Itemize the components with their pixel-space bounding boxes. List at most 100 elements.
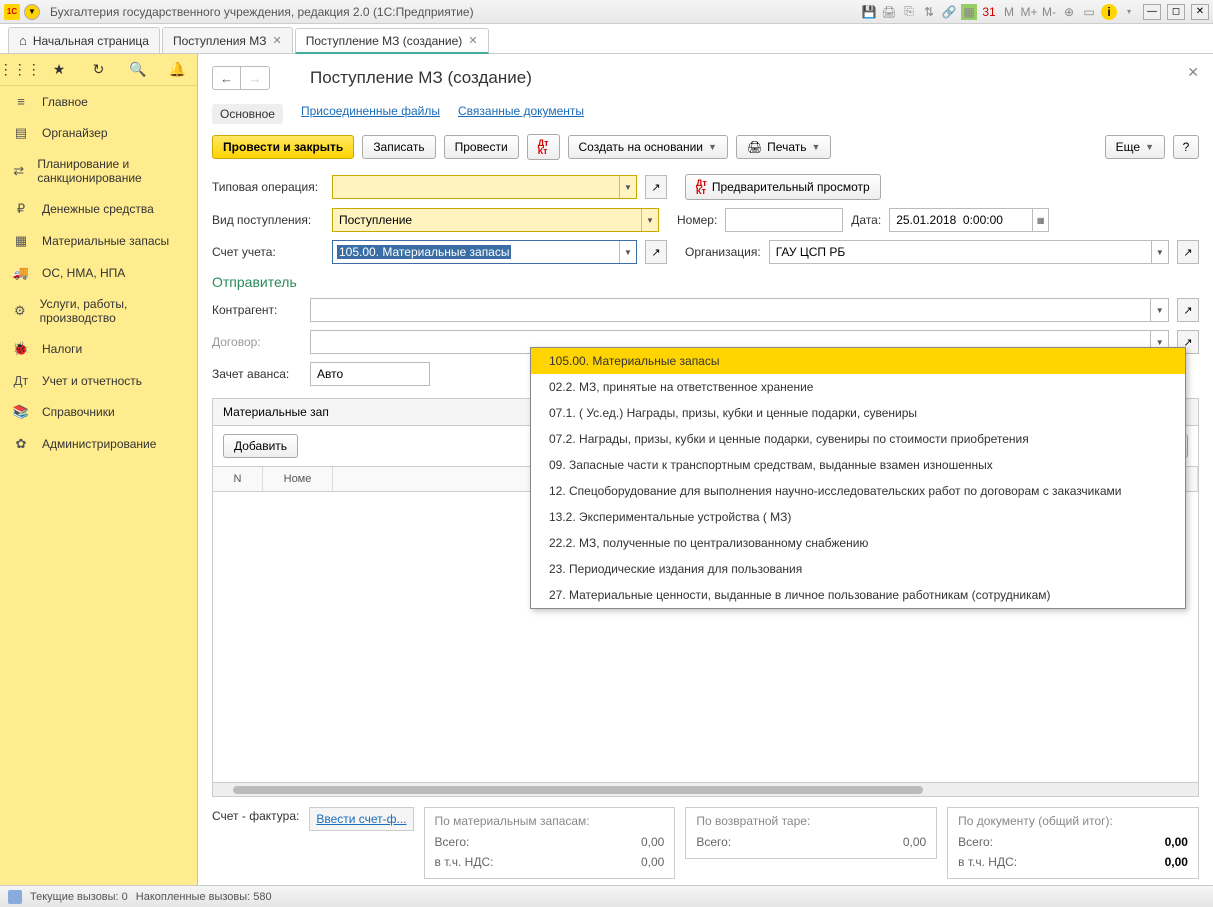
info-dropdown-icon[interactable]: ▾: [1121, 4, 1137, 20]
add-button[interactable]: Добавить: [223, 434, 298, 458]
minimize-button[interactable]: —: [1143, 4, 1161, 20]
status-accum: Накопленные вызовы: 580: [136, 891, 272, 903]
scrollbar-thumb[interactable]: [233, 786, 923, 794]
search-icon[interactable]: 🔍: [128, 60, 148, 80]
nav-back-button[interactable]: ←: [213, 67, 241, 89]
nomer-input[interactable]: [725, 208, 843, 232]
maximize-button[interactable]: ◻: [1167, 4, 1185, 20]
zachet-input[interactable]: [310, 362, 430, 386]
history-icon[interactable]: ↻: [88, 60, 108, 80]
close-icon[interactable]: ✕: [468, 34, 477, 47]
sidebar-item-accounting[interactable]: ДтУчет и отчетность: [0, 365, 197, 396]
open-external-button[interactable]: ↗: [1177, 240, 1199, 264]
subnav-linked[interactable]: Связанные документы: [458, 104, 584, 124]
zoom-icon[interactable]: ⊕: [1061, 4, 1077, 20]
sidebar-item-planning[interactable]: ⇄Планирование и санкционирование: [0, 149, 197, 193]
sidebar-item-main[interactable]: ≡Главное: [0, 86, 197, 117]
panels-icon[interactable]: ▭: [1081, 4, 1097, 20]
tab-receipt-create[interactable]: Поступление МЗ (создание) ✕: [295, 28, 489, 54]
close-page-button[interactable]: ✕: [1187, 64, 1199, 81]
chevron-down-icon[interactable]: ▼: [619, 241, 636, 263]
dtkt-button[interactable]: ДтКт: [527, 134, 560, 160]
dropdown-item[interactable]: 13.2. Экспериментальные устройства ( МЗ): [531, 504, 1185, 530]
apps-icon[interactable]: ⋮⋮⋮: [10, 60, 30, 80]
chevron-down-icon[interactable]: ▼: [1151, 241, 1168, 263]
vid-input[interactable]: ▼: [332, 208, 659, 232]
label-dogovor: Договор:: [212, 335, 302, 349]
sidebar-item-refs[interactable]: 📚Справочники: [0, 396, 197, 428]
preview-button[interactable]: ДтКтПредварительный просмотр: [685, 174, 881, 200]
chevron-down-icon[interactable]: ▼: [619, 176, 636, 198]
dropdown-item[interactable]: 105.00. Материальные запасы: [531, 348, 1185, 374]
dropdown-item[interactable]: 12. Спецоборудование для выполнения науч…: [531, 478, 1185, 504]
open-external-button[interactable]: ↗: [645, 240, 667, 264]
dropdown-item[interactable]: 02.2. МЗ, принятые на ответственное хран…: [531, 374, 1185, 400]
open-external-button[interactable]: ↗: [645, 175, 667, 199]
subnav-main[interactable]: Основное: [212, 104, 283, 124]
dropdown-item[interactable]: 07.1. ( Ус.ед.) Награды, призы, кубки и …: [531, 400, 1185, 426]
kontragent-input[interactable]: ▼: [310, 298, 1169, 322]
calendar-icon[interactable]: 31: [981, 4, 997, 20]
m-minus-button[interactable]: M-: [1041, 4, 1057, 20]
col-n[interactable]: N: [213, 467, 263, 491]
horizontal-scrollbar[interactable]: [213, 782, 1198, 796]
more-button[interactable]: Еще▼: [1105, 135, 1165, 159]
app-menu-dropdown[interactable]: ▼: [24, 4, 40, 20]
dropdown-item[interactable]: 09. Запасные части к транспортным средст…: [531, 452, 1185, 478]
sidebar-item-money[interactable]: ₽Денежные средства: [0, 193, 197, 225]
save-button[interactable]: Записать: [362, 135, 435, 159]
sidebar-item-admin[interactable]: ✿Администрирование: [0, 428, 197, 460]
subnav-files[interactable]: Присоединенные файлы: [301, 104, 440, 124]
m-button[interactable]: M: [1001, 4, 1017, 20]
tab-receipts[interactable]: Поступления МЗ ✕: [162, 27, 293, 53]
vid-field[interactable]: [333, 209, 641, 231]
print-icon[interactable]: 🖨: [881, 4, 897, 20]
link-icon[interactable]: 🔗: [941, 4, 957, 20]
close-icon[interactable]: ✕: [272, 34, 281, 47]
sidebar-item-organizer[interactable]: ▤Органайзер: [0, 117, 197, 149]
org-input[interactable]: ▼: [769, 240, 1169, 264]
typ-op-field[interactable]: [333, 176, 619, 198]
calendar-icon[interactable]: ▦: [1032, 209, 1048, 231]
chevron-down-icon[interactable]: ▼: [641, 209, 658, 231]
tab-home[interactable]: ⌂ Начальная страница: [8, 27, 160, 53]
sidebar-item-services[interactable]: ⚙Услуги, работы, производство: [0, 289, 197, 333]
compare-icon[interactable]: ⇅: [921, 4, 937, 20]
create-based-button[interactable]: Создать на основании▼: [568, 135, 728, 159]
star-icon[interactable]: ★: [49, 60, 69, 80]
nav-forward-button[interactable]: →: [241, 67, 269, 89]
info-icon[interactable]: i: [1101, 4, 1117, 20]
tab-home-label: Начальная страница: [33, 34, 149, 48]
data-field[interactable]: [890, 209, 1032, 231]
zachet-field[interactable]: [311, 363, 429, 385]
schet-field[interactable]: 105.00. Материальные запасы: [333, 245, 619, 259]
dropdown-item[interactable]: 07.2. Награды, призы, кубки и ценные под…: [531, 426, 1185, 452]
nomer-field[interactable]: [726, 209, 842, 231]
bell-icon[interactable]: 🔔: [167, 60, 187, 80]
col-nomen[interactable]: Номе: [263, 467, 333, 491]
dropdown-item[interactable]: 23. Периодические издания для пользовани…: [531, 556, 1185, 582]
sidebar-item-materials[interactable]: ▦Материальные запасы: [0, 225, 197, 257]
close-window-button[interactable]: ✕: [1191, 4, 1209, 20]
post-button[interactable]: Провести: [444, 135, 519, 159]
data-input[interactable]: ▦: [889, 208, 1049, 232]
schet-dropdown-list[interactable]: 105.00. Материальные запасы 02.2. МЗ, пр…: [530, 347, 1186, 609]
sidebar-item-taxes[interactable]: 🐞Налоги: [0, 333, 197, 365]
chevron-down-icon[interactable]: ▼: [1150, 299, 1168, 321]
typ-op-input[interactable]: ▼: [332, 175, 637, 199]
kontragent-field[interactable]: [311, 299, 1150, 321]
copy-icon[interactable]: ⎘: [901, 4, 917, 20]
schet-input[interactable]: 105.00. Материальные запасы ▼: [332, 240, 637, 264]
help-button[interactable]: ?: [1173, 135, 1199, 159]
save-icon[interactable]: 💾: [861, 4, 877, 20]
post-and-close-button[interactable]: Провести и закрыть: [212, 135, 354, 159]
dropdown-item[interactable]: 22.2. МЗ, полученные по централизованном…: [531, 530, 1185, 556]
calc-icon[interactable]: ▦: [961, 4, 977, 20]
sidebar-item-os[interactable]: 🚚ОС, НМА, НПА: [0, 257, 197, 289]
org-field[interactable]: [770, 241, 1151, 263]
open-external-button[interactable]: ↗: [1177, 298, 1199, 322]
sf-link[interactable]: Ввести счет-ф...: [309, 807, 413, 831]
m-plus-button[interactable]: M+: [1021, 4, 1037, 20]
dropdown-item[interactable]: 27. Материальные ценности, выданные в ли…: [531, 582, 1185, 608]
print-button[interactable]: 🖨Печать▼: [736, 135, 831, 159]
